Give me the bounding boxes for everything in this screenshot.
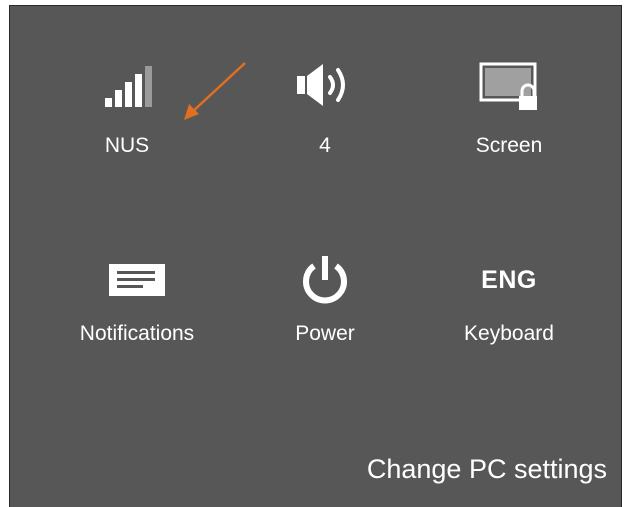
volume-label: 4: [319, 134, 331, 157]
keyboard-label: Keyboard: [464, 322, 554, 345]
power-tile[interactable]: Power: [250, 0, 400, 345]
power-icon: [250, 250, 400, 310]
notifications-label: Notifications: [79, 322, 195, 345]
network-label: NUS: [104, 134, 150, 157]
keyboard-lang-text: ENG: [481, 265, 537, 294]
keyboard-language-indicator: ENG: [434, 250, 584, 310]
message-icon: [62, 250, 212, 310]
screen-label: Screen: [475, 134, 543, 157]
change-pc-settings-link[interactable]: Change PC settings: [367, 454, 607, 485]
screenshot-frame: NUS 4 Screen Notifications Power ENG Key…: [0, 0, 627, 507]
keyboard-tile[interactable]: ENG Keyboard: [434, 0, 584, 346]
notifications-tile[interactable]: Notifications: [62, 0, 212, 345]
power-label: Power: [295, 322, 355, 345]
